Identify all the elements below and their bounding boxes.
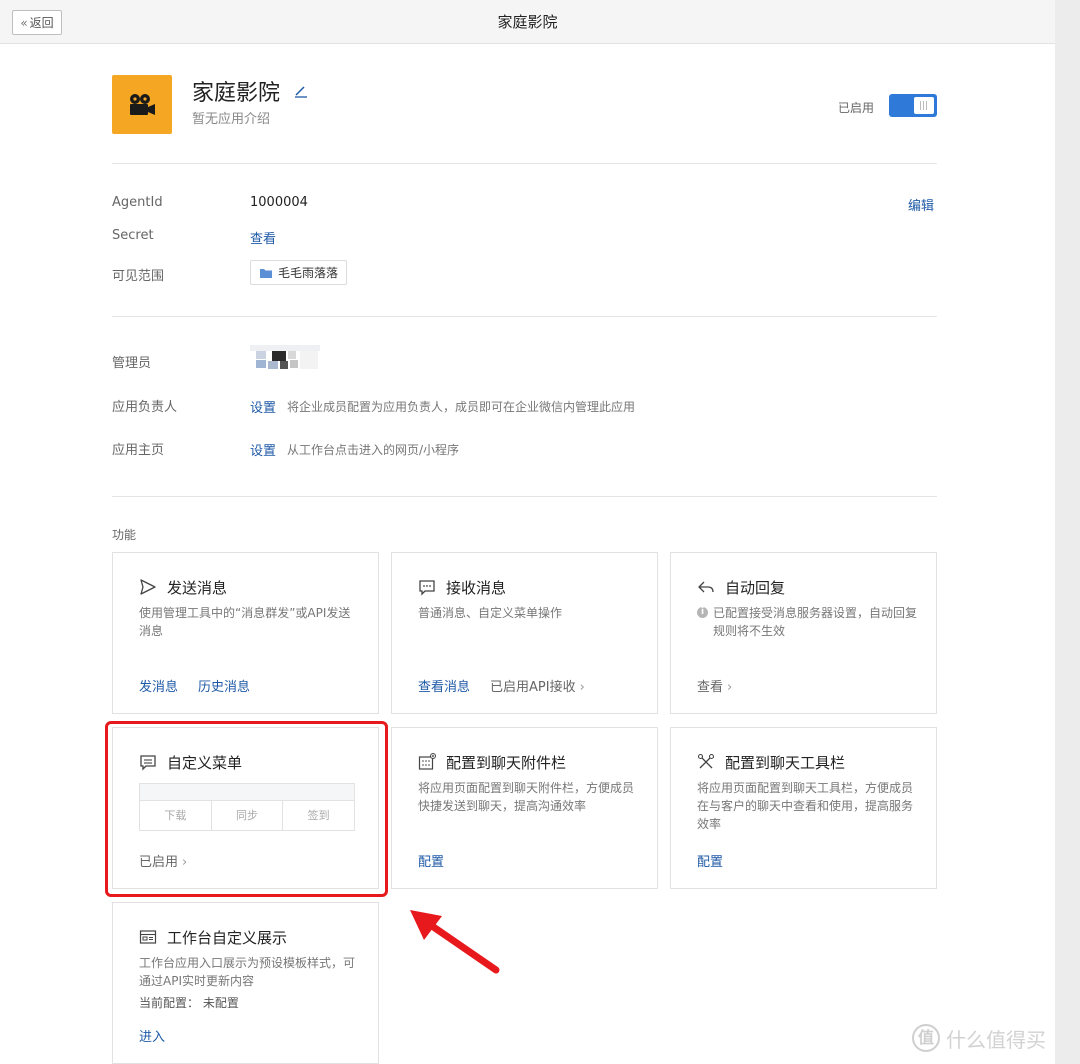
watermark-text: 什么值得买 [946,1027,1046,1052]
auto-reply-view-link[interactable]: 查看 › [697,676,732,695]
workbench-display-desc: 工作台应用入口展示为预设模板样式，可通过API实时更新内容 [139,956,356,988]
send-message-title: 发送消息 [167,579,228,597]
chat-attachment-title: 配置到聊天附件栏 [446,754,567,772]
owner-set-link[interactable]: 设置 [250,397,276,416]
highlight-box [105,721,388,897]
tools-cross-icon [697,753,715,769]
auto-reply-title: 自动回复 [725,579,786,597]
admin-avatar-blurred [250,345,320,373]
owner-hint: 将企业成员配置为应用负责人，成员即可在企业微信内管理此应用 [287,400,636,414]
workbench-current-config: 当前配置： 未配置 [139,996,239,1010]
receive-message-desc: 普通消息、自定义菜单操作 [418,606,563,620]
divider [112,163,937,164]
film-camera-icon [112,75,172,134]
watermark: 值 什么值得买 [912,1020,1072,1056]
app-detail-page: 家庭影院 « 返回 家庭影院 暂无应用介绍 已启用 AgentId 100000… [0,0,1055,1064]
workbench-display-title: 工作台自定义展示 [167,929,288,947]
send-arrow-icon [140,579,156,595]
back-button-label: 返回 [29,16,54,30]
scope-tag[interactable]: 毛毛雨落落 [250,260,348,285]
view-messages-link[interactable]: 查看消息 [418,676,470,695]
workbench-display-card: 工作台自定义展示 工作台应用入口展示为预设模板样式，可通过API实时更新内容 当… [112,902,379,1064]
double-chevron-left-icon: « [20,15,28,30]
page-title: 家庭影院 [497,13,558,31]
chevron-right-icon: › [727,680,733,695]
attachment-grid-icon [418,753,436,770]
red-arrow-icon [410,910,500,974]
watermark-logo-icon: 值 [912,1024,940,1052]
auto-reply-card: 自动回复 i 已配置接受消息服务器设置，自动回复规则将不生效 查看 › [670,552,937,714]
chat-toolbar-desc: 将应用页面配置到聊天工具栏，方便成员在与客户的聊天中查看和使用，提高服务效率 [697,781,914,831]
features-section-title: 功能 [112,528,137,542]
chevron-right-icon: › [579,680,585,695]
owner-label: 应用负责人 [112,400,178,415]
edit-details-link[interactable]: 编辑 [908,195,934,214]
workbench-panel-icon [139,930,157,944]
send-message-desc: 使用管理工具中的“消息群发”或API发送消息 [139,606,351,638]
scope-label: 可见范围 [112,269,165,284]
homepage-set-link[interactable]: 设置 [250,440,276,459]
chat-attachment-card: 配置到聊天附件栏 将应用页面配置到聊天附件栏，方便成员快捷发送到聊天，提高沟通效… [391,727,658,889]
auto-reply-view-label: 查看 [697,680,724,695]
auto-reply-desc: 已配置接受消息服务器设置，自动回复规则将不生效 [713,606,918,638]
enable-toggle[interactable] [889,94,937,117]
admin-label: 管理员 [112,356,152,371]
chat-bubble-icon [419,580,435,596]
chat-attachment-config-link[interactable]: 配置 [418,851,444,870]
app-name: 家庭影院 [192,81,281,106]
api-receive-label: 已启用API接收 [490,680,576,695]
toggle-knob [914,97,934,114]
send-message-link[interactable]: 发消息 [139,676,178,695]
receive-message-card: 接收消息 普通消息、自定义菜单操作 查看消息 已启用API接收 › [391,552,658,714]
divider [112,316,937,317]
chat-toolbar-config-link[interactable]: 配置 [697,851,723,870]
secret-view-link[interactable]: 查看 [250,228,276,247]
workbench-enter-link[interactable]: 进入 [139,1026,165,1045]
top-bar: 家庭影院 « 返回 [0,0,1055,44]
agentid-label: AgentId [112,195,163,210]
agentid-value: 1000004 [250,195,308,210]
reply-arrow-icon [698,581,714,593]
homepage-hint: 从工作台点击进入的网页/小程序 [287,443,460,457]
chat-toolbar-title: 配置到聊天工具栏 [725,754,846,772]
enabled-status-label: 已启用 [838,101,875,115]
secret-label: Secret [112,228,154,243]
folder-icon [260,268,272,278]
chat-attachment-desc: 将应用页面配置到聊天附件栏，方便成员快捷发送到聊天，提高沟通效率 [418,781,635,813]
scope-value: 毛毛雨落落 [278,266,339,280]
scrollbar-track[interactable] [1055,0,1080,1064]
receive-message-title: 接收消息 [446,579,507,597]
chat-toolbar-card: 配置到聊天工具栏 将应用页面配置到聊天工具栏，方便成员在与客户的聊天中查看和使用… [670,727,937,889]
divider [112,496,937,497]
history-messages-link[interactable]: 历史消息 [198,676,250,695]
info-icon: i [697,607,708,618]
homepage-label: 应用主页 [112,443,165,458]
back-button[interactable]: « 返回 [12,10,62,35]
send-message-card: 发送消息 使用管理工具中的“消息群发”或API发送消息 发消息 历史消息 [112,552,379,714]
edit-pencil-icon[interactable] [292,82,310,100]
api-receive-link[interactable]: 已启用API接收 › [490,676,585,695]
app-description: 暂无应用介绍 [192,112,271,127]
